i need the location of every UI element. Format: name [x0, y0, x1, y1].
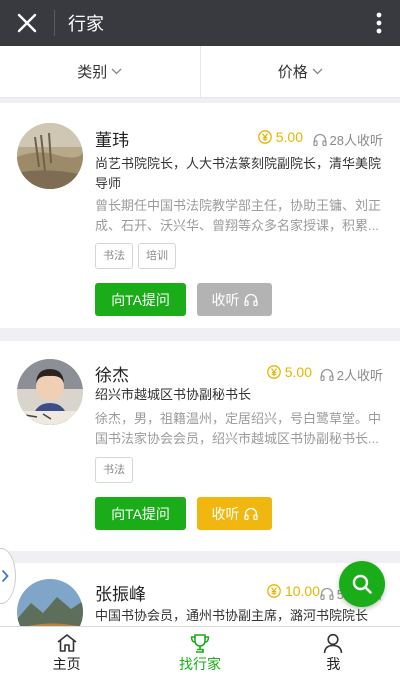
filter-category-label: 类别 [77, 64, 108, 81]
more-vertical-icon [376, 12, 382, 34]
yuan-coin-icon [257, 130, 272, 144]
filter-price[interactable]: 价格 [199, 46, 400, 97]
price: 5.00 [257, 129, 303, 145]
avatar [17, 359, 83, 425]
expert-card[interactable]: 张振峰 10.00 5人收听 中国书协会员，通州书协副主席，潞河书院院长 [0, 563, 400, 626]
headphones-icon [243, 293, 258, 306]
expert-title: 绍兴市越城区书协副秘书长 [95, 387, 252, 402]
tab-find-expert-label: 找行家 [178, 656, 221, 672]
headphones-icon [312, 133, 327, 146]
tab-me[interactable]: 我 [267, 627, 400, 679]
listen-button[interactable]: 收听 [197, 283, 272, 316]
expert-name: 徐杰 [95, 366, 129, 385]
price-value: 10.00 [284, 583, 320, 599]
price-value: 5.00 [284, 364, 312, 380]
trophy-icon [190, 633, 210, 653]
listen-count-text: 28人收听 [329, 133, 383, 148]
tab-me-label: 我 [326, 656, 341, 672]
tab-find-expert[interactable]: 找行家 [133, 627, 266, 679]
listen-button-label: 收听 [211, 505, 240, 522]
price: 10.00 [267, 583, 320, 599]
ask-button[interactable]: 向TA提问 [95, 497, 186, 530]
expert-title: 中国书协会员，通州书协副主席，潞河书院院长 [95, 608, 369, 623]
expert-bio: 曾长期任中国书法院教学部主任，协助王镛、刘正成、石开、沃兴华、曾翔等众多名家授课… [95, 198, 382, 233]
divider [54, 10, 55, 36]
bottom-tab-bar: 主页 找行家 我 [0, 626, 400, 679]
listen-button-label: 收听 [211, 291, 240, 308]
close-icon [17, 13, 37, 33]
person-icon [324, 633, 343, 653]
close-button[interactable] [0, 0, 54, 46]
home-icon [57, 634, 77, 652]
headphones-icon [320, 587, 334, 600]
listen-count: 2人收听 [320, 365, 383, 384]
expert-card[interactable]: 董玮 5.00 28人收听 尚艺书院院长，人大书法篆刻院副院长，清华美院导师 曾… [0, 103, 400, 328]
more-button[interactable] [364, 0, 394, 46]
chevron-right-icon [1, 569, 9, 583]
tab-home[interactable]: 主页 [0, 627, 133, 679]
avatar [17, 579, 83, 626]
search-icon [352, 574, 372, 594]
price: 5.00 [266, 364, 312, 380]
listen-count: 28人收听 [312, 130, 383, 149]
tag[interactable]: 书法 [95, 457, 133, 483]
yuan-coin-icon [266, 365, 281, 379]
ask-button[interactable]: 向TA提问 [95, 283, 186, 316]
expert-name: 董玮 [95, 131, 129, 150]
tag[interactable]: 书法 [95, 243, 133, 269]
yuan-coin-icon [267, 584, 281, 598]
expert-bio: 徐杰，男，祖籍温州，定居绍兴，号白鹭草堂。中国书法家协会会员，绍兴市越城区书协副… [95, 411, 382, 446]
price-value: 5.00 [275, 129, 303, 145]
filter-category[interactable]: 类别 [0, 46, 200, 97]
tag[interactable]: 培训 [138, 243, 176, 269]
page-title: 行家 [68, 14, 104, 34]
search-button[interactable] [339, 561, 385, 607]
listen-button[interactable]: 收听 [197, 497, 272, 530]
filter-price-label: 价格 [277, 64, 308, 81]
tag-list: 书法 培训 [95, 243, 176, 269]
chevron-down-icon [111, 68, 122, 75]
avatar [17, 123, 83, 189]
listen-count-text: 2人收听 [336, 368, 383, 383]
headphones-icon [243, 507, 258, 520]
tag-list: 书法 [95, 457, 133, 483]
expert-name: 张振峰 [95, 585, 146, 604]
filter-bar: 类别 价格 [0, 46, 400, 98]
expert-title: 尚艺书院院长，人大书法篆刻院副院长，清华美院导师 [95, 156, 382, 191]
expert-card[interactable]: 徐杰 5.00 2人收听 绍兴市越城区书协副秘书长 徐杰，男，祖籍温州，定居绍兴… [0, 341, 400, 551]
top-bar: 行家 [0, 0, 400, 46]
headphones-icon [320, 368, 334, 381]
expert-list: 董玮 5.00 28人收听 尚艺书院院长，人大书法篆刻院副院长，清华美院导师 曾… [0, 98, 400, 626]
chevron-down-icon [312, 68, 323, 75]
tab-home-label: 主页 [52, 656, 81, 672]
